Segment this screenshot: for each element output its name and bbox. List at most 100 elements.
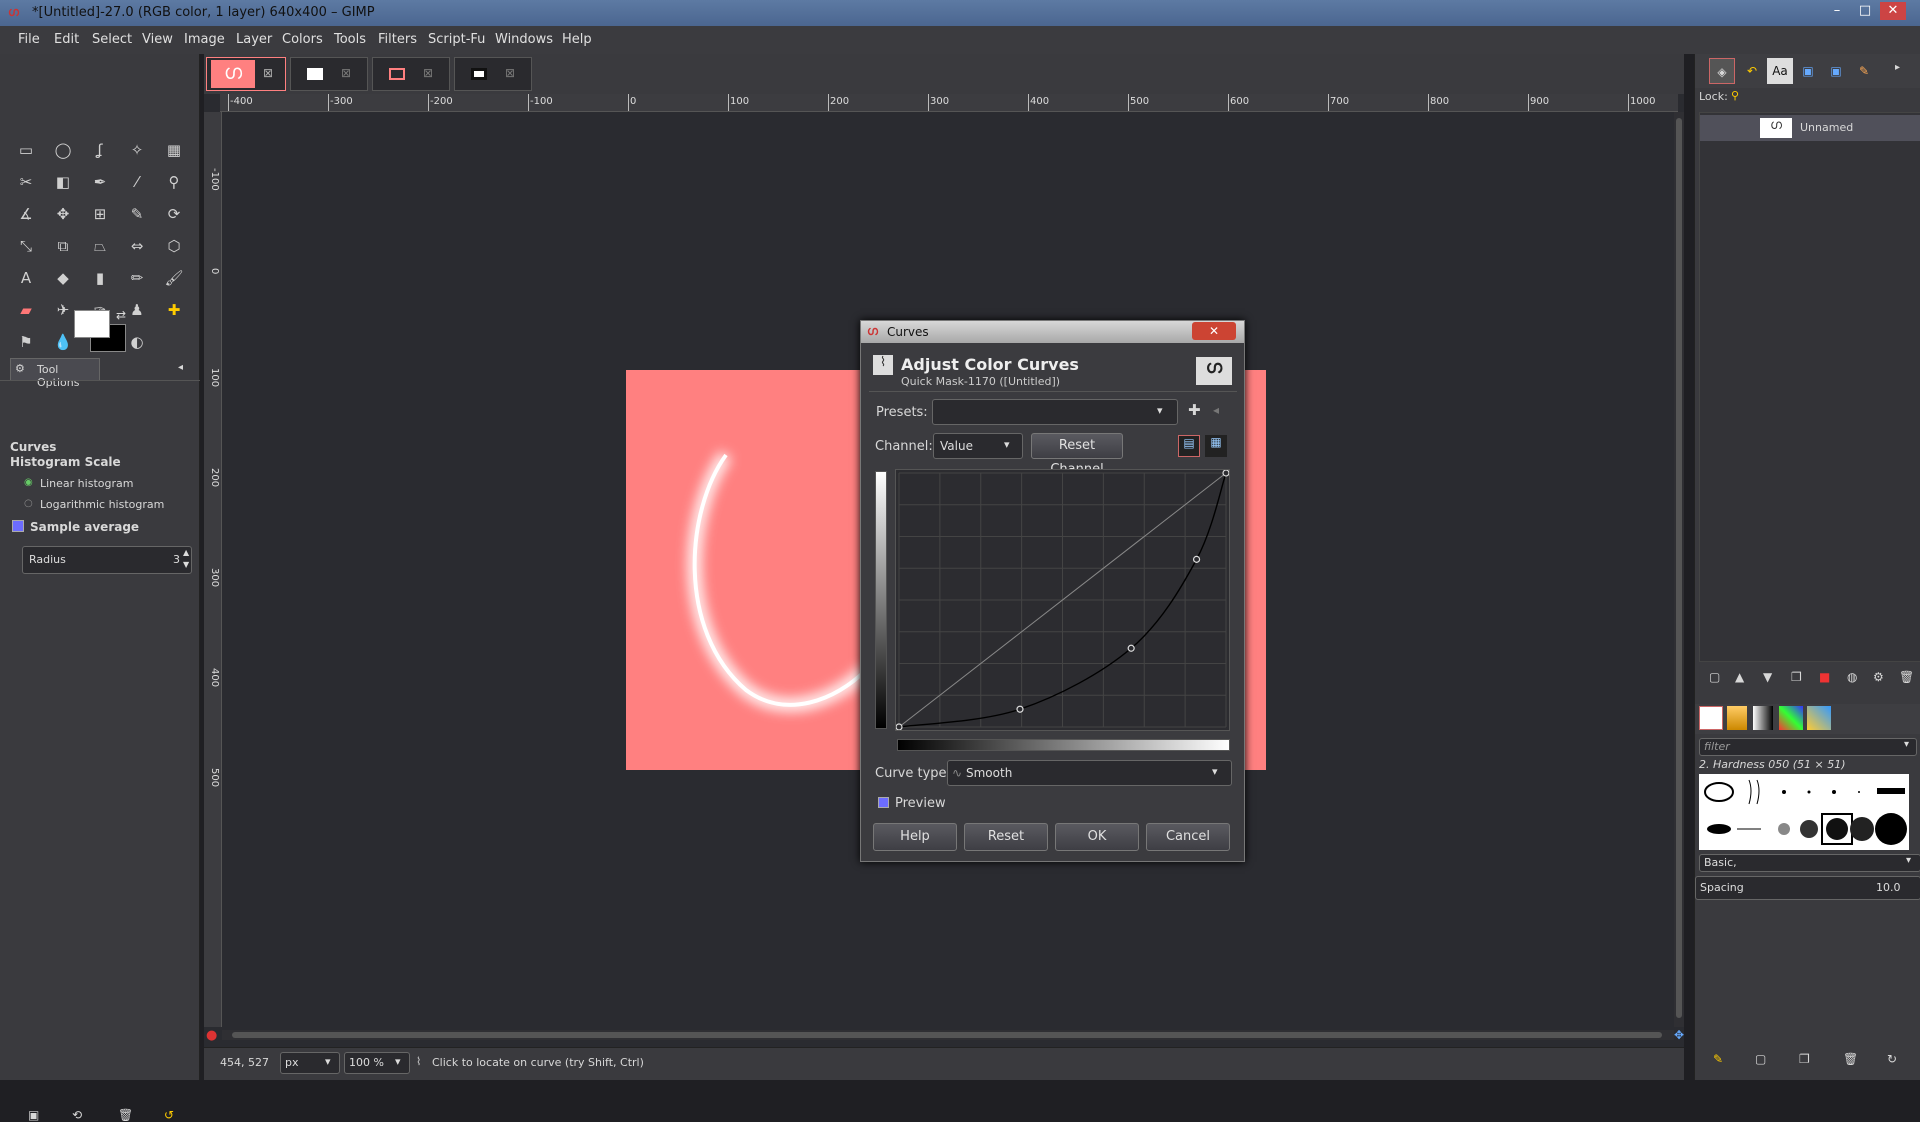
menu-filters[interactable]: Filters [378, 32, 417, 47]
horizontal-scrollbar[interactable] [222, 1030, 1674, 1040]
cage-icon[interactable]: ⬡ [161, 233, 187, 259]
new-brush-icon[interactable]: ▢ [1755, 1052, 1766, 1066]
palettes-tab[interactable] [1779, 706, 1803, 730]
clone-icon[interactable]: ♟ [124, 297, 150, 323]
radius-spinner[interactable]: Radius 3 ▲ ▼ [22, 546, 192, 574]
perspective-icon[interactable]: ⏢ [87, 233, 113, 259]
close-dialog-button[interactable]: ✕ [1192, 322, 1236, 340]
menu-view[interactable]: View [142, 32, 173, 47]
foreground-color-swatch[interactable] [74, 310, 110, 338]
spacing-slider[interactable]: Spacing 10.0 [1695, 876, 1920, 900]
menu-tools[interactable]: Tools [334, 32, 366, 47]
edit-brush-icon[interactable]: ✎ [1713, 1052, 1723, 1066]
anchor-layer-icon[interactable]: ■ [1819, 670, 1830, 684]
zoom-combo[interactable]: 100 % ▾ [344, 1052, 410, 1074]
paths-tab-icon[interactable]: ▣ [1823, 58, 1849, 84]
duplicate-layer-icon[interactable]: ❐ [1791, 670, 1802, 684]
ellipse-select-icon[interactable]: ◯ [50, 137, 76, 163]
maximize-button[interactable]: □ [1852, 2, 1878, 20]
raise-layer-icon[interactable]: ▲ [1735, 670, 1744, 684]
close-tab-icon[interactable]: ⊠ [263, 66, 273, 80]
preview-checkbox[interactable] [878, 797, 889, 808]
spinner-up-icon[interactable]: ▲ [183, 548, 189, 557]
dialog-title-bar[interactable]: ഗ Curves ✕ [861, 321, 1244, 343]
refresh-brushes-icon[interactable]: ↻ [1887, 1052, 1897, 1066]
mask-layer-icon[interactable]: ◍ [1847, 670, 1857, 684]
linear-histogram-icon[interactable]: ▤ [1178, 435, 1200, 457]
fonts-tab-icon[interactable]: Aa [1767, 58, 1793, 84]
duplicate-brush-icon[interactable]: ❐ [1799, 1052, 1810, 1066]
merge-layer-icon[interactable]: ⚙ [1873, 670, 1884, 684]
foreground-select-icon[interactable]: ◧ [50, 169, 76, 195]
help-button[interactable]: Help [873, 823, 957, 851]
menu-file[interactable]: File [18, 32, 40, 47]
color-picker-icon[interactable]: ⁄ [124, 169, 150, 195]
log-radio[interactable]: ○ [24, 498, 33, 509]
measure-icon[interactable]: ∡ [13, 201, 39, 227]
vertical-ruler[interactable]: -100 0 100 200 300 400 500 [204, 112, 222, 1027]
eraser-icon[interactable]: ▰ [13, 297, 39, 323]
image-tab-active[interactable]: ഗ ⊠ [206, 57, 286, 91]
curve-type-combo[interactable]: ∿ Smooth ▾ [947, 760, 1232, 786]
curve-control-point[interactable] [1192, 555, 1201, 563]
menu-help[interactable]: Help [562, 32, 592, 47]
horizontal-scroll-thumb[interactable] [232, 1032, 1662, 1038]
pencil-icon[interactable]: ✏ [124, 265, 150, 291]
bucket-fill-icon[interactable]: ◆ [50, 265, 76, 291]
menu-colors[interactable]: Colors [282, 32, 323, 47]
lock-alpha-icon[interactable]: ⚲ [1731, 89, 1739, 102]
text-icon[interactable]: A [13, 265, 39, 291]
zoom-icon[interactable]: ⚲ [161, 169, 187, 195]
patterns-tab[interactable] [1727, 706, 1747, 730]
sample-average-checkbox[interactable] [12, 520, 24, 532]
tab-tool-options[interactable]: ⚙ Tool Options [10, 358, 100, 389]
reset-channel-button[interactable]: Reset Channel [1031, 433, 1123, 477]
log-histogram-icon[interactable]: ▦ [1205, 435, 1227, 457]
curve-control-point[interactable] [895, 723, 903, 731]
horizontal-ruler[interactable]: -400 -300 -200 -100 0 100 200 300 400 500 600 700 80… [220, 94, 1678, 112]
menu-select[interactable]: Select [92, 32, 132, 47]
channels-tab-icon[interactable]: ▣ [1795, 58, 1821, 84]
move-icon[interactable]: ✥ [50, 201, 76, 227]
reset-button[interactable]: Reset [964, 823, 1048, 851]
menu-image[interactable]: Image [184, 32, 225, 47]
heal-icon[interactable]: ✚ [161, 297, 187, 323]
brush-tag-input[interactable]: Basic, ▾ [1699, 854, 1920, 872]
unit-combo[interactable]: px ▾ [280, 1052, 340, 1074]
linear-radio[interactable]: ◉ [24, 477, 33, 488]
cancel-button[interactable]: Cancel [1146, 823, 1230, 851]
close-tab-icon[interactable]: ⊠ [505, 66, 515, 80]
curve-control-point[interactable] [1016, 705, 1024, 713]
fuzzy-select-icon[interactable]: ✧ [124, 137, 150, 163]
layer-row[interactable]: ഗ Unnamed [1700, 115, 1920, 141]
delete-options-icon[interactable]: 🗑 [118, 1108, 133, 1122]
airbrush-icon[interactable]: ✈ [50, 297, 76, 323]
spinner-down-icon[interactable]: ▼ [183, 560, 189, 569]
dock-menu-icon[interactable]: ▸ [1895, 62, 1900, 73]
add-preset-icon[interactable]: ✚ [1188, 401, 1201, 419]
brush-filter-input[interactable]: filter ▾ [1699, 738, 1917, 756]
navigate-icon[interactable]: ✥ [1674, 1028, 1684, 1042]
lower-layer-icon[interactable]: ▼ [1763, 670, 1772, 684]
menu-windows[interactable]: Windows [495, 32, 553, 47]
perspective-clone-icon[interactable]: ⚑ [13, 329, 39, 355]
shear-icon[interactable]: ⧉ [50, 233, 76, 259]
layers-tab-icon[interactable]: ◈ [1709, 58, 1735, 84]
delete-brush-icon[interactable]: 🗑 [1843, 1052, 1858, 1066]
delete-layer-icon[interactable]: 🗑 [1899, 670, 1914, 684]
rect-select-icon[interactable]: ▭ [13, 137, 39, 163]
ok-button[interactable]: OK [1055, 823, 1139, 851]
swap-colors-icon[interactable]: ⇄ [116, 308, 126, 322]
close-tab-icon[interactable]: ⊠ [341, 66, 351, 80]
brushes-tab-icon[interactable]: ✎ [1851, 58, 1877, 84]
free-select-icon[interactable]: ʆ [87, 137, 113, 163]
scale-icon[interactable]: ⤡ [13, 233, 39, 259]
configure-tab-icon[interactable]: ◂ [178, 362, 183, 373]
menu-layer[interactable]: Layer [236, 32, 272, 47]
fonts-tab[interactable] [1807, 706, 1831, 730]
reset-options-icon[interactable]: ↺ [164, 1108, 174, 1122]
undo-history-tab-icon[interactable]: ↶ [1739, 58, 1765, 84]
image-tab-4[interactable]: ⊠ [454, 57, 532, 91]
crop-icon[interactable]: ✎ [124, 201, 150, 227]
save-options-icon[interactable]: ▣ [28, 1108, 39, 1122]
